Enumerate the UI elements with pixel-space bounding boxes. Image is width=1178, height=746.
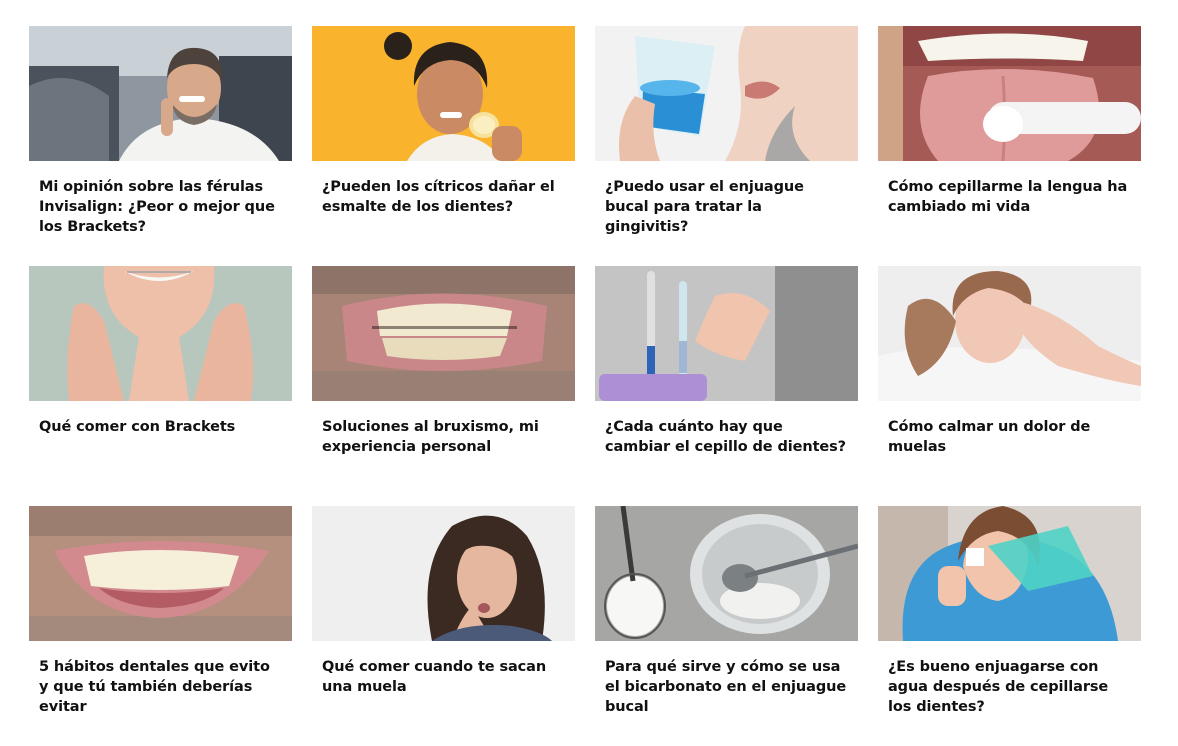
article-card[interactable]: Qué comer cuando te sacan una muela — [312, 506, 575, 746]
article-card[interactable]: Cómo cepillarme la lengua ha cambiado mi… — [878, 26, 1141, 266]
smiling-teeth-closeup-photo — [29, 506, 292, 641]
article-title[interactable]: ¿Puedo usar el enjuague bucal para trata… — [605, 177, 848, 237]
toothbrushes-in-cup-photo — [595, 266, 858, 401]
smile-with-braces-photo — [29, 266, 292, 401]
article-card[interactable]: ¿Pueden los cítricos dañar el esmalte de… — [312, 26, 575, 266]
article-card[interactable]: Cómo calmar un dolor de muelas — [878, 266, 1141, 506]
baking-soda-glass-photo — [595, 506, 858, 641]
article-image[interactable] — [312, 506, 575, 641]
article-image[interactable] — [595, 26, 858, 161]
article-card[interactable]: ¿Puedo usar el enjuague bucal para trata… — [595, 26, 858, 266]
woman-biting-lemon-photo — [312, 26, 575, 161]
article-image[interactable] — [29, 26, 292, 161]
article-title[interactable]: Qué comer con Brackets — [39, 417, 282, 437]
article-title[interactable]: Qué comer cuando te sacan una muela — [322, 657, 565, 697]
article-title[interactable]: 5 hábitos dentales que evito y que tú ta… — [39, 657, 282, 717]
woman-with-toothache-in-bed-photo — [878, 266, 1141, 401]
article-grid: Mi opinión sobre las férulas Invisalign:… — [29, 26, 1141, 746]
article-image[interactable] — [312, 26, 575, 161]
article-card[interactable]: ¿Es bueno enjuagarse con agua después de… — [878, 506, 1141, 746]
article-image[interactable] — [878, 26, 1141, 161]
article-image[interactable] — [29, 266, 292, 401]
article-image[interactable] — [595, 266, 858, 401]
article-title[interactable]: Para qué sirve y cómo se usa el bicarbon… — [605, 657, 848, 717]
woman-drinking-mouthwash-photo — [595, 26, 858, 161]
article-image[interactable] — [595, 506, 858, 641]
article-image[interactable] — [29, 506, 292, 641]
clenched-teeth-photo — [312, 266, 575, 401]
article-title[interactable]: Cómo calmar un dolor de muelas — [888, 417, 1131, 457]
article-image[interactable] — [312, 266, 575, 401]
article-card[interactable]: 5 hábitos dentales que evito y que tú ta… — [29, 506, 292, 746]
article-title[interactable]: Cómo cepillarme la lengua ha cambiado mi… — [888, 177, 1131, 217]
tongue-brushing-photo — [878, 26, 1141, 161]
article-title[interactable]: Soluciones al bruxismo, mi experiencia p… — [322, 417, 565, 457]
man-in-car-smiling-photo — [29, 26, 292, 161]
article-card[interactable]: ¿Cada cuánto hay que cambiar el cepillo … — [595, 266, 858, 506]
article-image[interactable] — [878, 266, 1141, 401]
article-title[interactable]: ¿Pueden los cítricos dañar el esmalte de… — [322, 177, 565, 217]
article-card[interactable]: Qué comer con Brackets — [29, 266, 292, 506]
woman-holding-jaw-photo — [312, 506, 575, 641]
article-card[interactable]: Para qué sirve y cómo se usa el bicarbon… — [595, 506, 858, 746]
article-title[interactable]: Mi opinión sobre las férulas Invisalign:… — [39, 177, 282, 237]
article-title[interactable]: ¿Cada cuánto hay que cambiar el cepillo … — [605, 417, 848, 457]
article-image[interactable] — [878, 506, 1141, 641]
article-card[interactable]: Mi opinión sobre las férulas Invisalign:… — [29, 26, 292, 266]
woman-pouring-mouthwash-photo — [878, 506, 1141, 641]
article-card[interactable]: Soluciones al bruxismo, mi experiencia p… — [312, 266, 575, 506]
article-title[interactable]: ¿Es bueno enjuagarse con agua después de… — [888, 657, 1131, 717]
